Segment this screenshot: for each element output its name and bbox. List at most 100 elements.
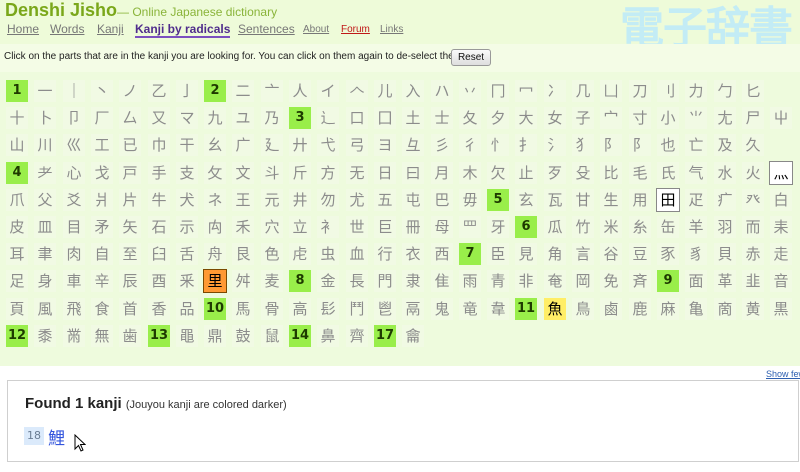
radical-疋[interactable]: 疋: [685, 189, 707, 211]
radical-口[interactable]: 口: [346, 107, 368, 129]
radical-阝[interactable]: 阝: [629, 134, 651, 156]
radical-人[interactable]: 人: [289, 80, 311, 102]
radical-乙[interactable]: 乙: [148, 80, 170, 102]
radical-冖[interactable]: 冖: [515, 80, 537, 102]
radical-爪[interactable]: 爪: [6, 189, 28, 211]
radical-ノ[interactable]: ノ: [119, 80, 141, 102]
radical-貝[interactable]: 貝: [714, 243, 736, 265]
radical-毛[interactable]: 毛: [629, 162, 651, 184]
radical-衣[interactable]: 衣: [402, 243, 424, 265]
radical-彳[interactable]: 彳: [459, 134, 481, 156]
radical-斗[interactable]: 斗: [261, 162, 283, 184]
radical-西[interactable]: 西: [431, 243, 453, 265]
radical-足[interactable]: 足: [6, 270, 28, 292]
radical-王[interactable]: 王: [232, 189, 254, 211]
radical-丷[interactable]: 丷: [459, 80, 481, 102]
radical-ハ[interactable]: ハ: [431, 80, 453, 102]
radical-氏[interactable]: 氏: [657, 162, 679, 184]
nav-home[interactable]: Home: [7, 22, 39, 36]
radical-夕[interactable]: 夕: [487, 107, 509, 129]
radical-缶[interactable]: 缶: [657, 216, 679, 238]
radical-目[interactable]: 目: [63, 216, 85, 238]
radical-立[interactable]: 立: [289, 216, 311, 238]
radical-彑[interactable]: 彑: [402, 134, 424, 156]
radical-广[interactable]: 广: [232, 134, 254, 156]
radical-豕[interactable]: 豕: [657, 243, 679, 265]
radical-弋[interactable]: 弋: [317, 134, 339, 156]
radical-色[interactable]: 色: [261, 243, 283, 265]
site-title[interactable]: Denshi Jisho: [5, 0, 117, 21]
radical-臣[interactable]: 臣: [487, 243, 509, 265]
radical-イ[interactable]: イ: [317, 80, 339, 102]
radical-骨[interactable]: 骨: [261, 298, 283, 320]
radical-⺌[interactable]: ⺌: [685, 107, 707, 129]
radical-亡[interactable]: 亡: [685, 134, 707, 156]
radical-自[interactable]: 自: [91, 243, 113, 265]
radical-衤[interactable]: 衤: [317, 216, 339, 238]
radical-言[interactable]: 言: [572, 243, 594, 265]
radical-灬[interactable]: 灬: [769, 161, 793, 185]
radical-亠[interactable]: 亠: [261, 80, 283, 102]
radical-風[interactable]: 風: [34, 298, 56, 320]
radical-巴[interactable]: 巴: [431, 189, 453, 211]
radical-耳[interactable]: 耳: [6, 243, 28, 265]
radical-女[interactable]: 女: [544, 107, 566, 129]
radical-赤[interactable]: 赤: [742, 243, 764, 265]
radical-五[interactable]: 五: [374, 189, 396, 211]
radical-マ[interactable]: マ: [176, 107, 198, 129]
radical-釆[interactable]: 釆: [176, 270, 198, 292]
radical-非[interactable]: 非: [515, 270, 537, 292]
radical-麦[interactable]: 麦: [261, 270, 283, 292]
radical-ヨ[interactable]: ヨ: [374, 134, 396, 156]
radical-乃[interactable]: 乃: [261, 107, 283, 129]
radical-屮[interactable]: 屮: [770, 107, 792, 129]
radical-方[interactable]: 方: [317, 162, 339, 184]
radical-竹[interactable]: 竹: [572, 216, 594, 238]
radical-火[interactable]: 火: [742, 162, 764, 184]
nav-about[interactable]: About: [303, 24, 329, 35]
radical-亅[interactable]: 亅: [176, 80, 198, 102]
radical-弓[interactable]: 弓: [346, 134, 368, 156]
radical-鬯[interactable]: 鬯: [374, 298, 396, 320]
radical-食[interactable]: 食: [91, 298, 113, 320]
radical-示[interactable]: 示: [176, 216, 198, 238]
radical-已[interactable]: 已: [119, 134, 141, 156]
radical-毋[interactable]: 毋: [459, 189, 481, 211]
radical-斉[interactable]: 斉: [629, 270, 651, 292]
radical-犬[interactable]: 犬: [176, 189, 198, 211]
radical-生[interactable]: 生: [600, 189, 622, 211]
radical-虫[interactable]: 虫: [317, 243, 339, 265]
radical-飛[interactable]: 飛: [63, 298, 85, 320]
radical-白[interactable]: 白: [770, 189, 792, 211]
radical-穴[interactable]: 穴: [261, 216, 283, 238]
radical-至[interactable]: 至: [119, 243, 141, 265]
radical-鼓[interactable]: 鼓: [232, 325, 254, 347]
radical-奄[interactable]: 奄: [544, 270, 566, 292]
radical-小[interactable]: 小: [657, 107, 679, 129]
radical-金[interactable]: 金: [317, 270, 339, 292]
radical-尸[interactable]: 尸: [742, 107, 764, 129]
radical-廾[interactable]: 廾: [289, 134, 311, 156]
radical-用[interactable]: 用: [629, 189, 651, 211]
radical-爿[interactable]: 爿: [91, 189, 113, 211]
radical-一[interactable]: 一: [34, 80, 56, 102]
radical-黽[interactable]: 黽: [176, 325, 198, 347]
radical-臼[interactable]: 臼: [148, 243, 170, 265]
radical-啇[interactable]: 啇: [714, 298, 736, 320]
radical-走[interactable]: 走: [770, 243, 792, 265]
radical-肉[interactable]: 肉: [63, 243, 85, 265]
radical-羊[interactable]: 羊: [685, 216, 707, 238]
radical-殳[interactable]: 殳: [572, 162, 594, 184]
radical-音[interactable]: 音: [770, 270, 792, 292]
radical-ユ[interactable]: ユ: [232, 107, 254, 129]
radical-禾[interactable]: 禾: [232, 216, 254, 238]
radical-韋[interactable]: 韋: [487, 298, 509, 320]
radical-土[interactable]: 土: [402, 107, 424, 129]
radical-舛[interactable]: 舛: [232, 270, 254, 292]
radical-戈[interactable]: 戈: [91, 162, 113, 184]
radical-廴[interactable]: 廴: [261, 134, 283, 156]
radical-矛[interactable]: 矛: [91, 216, 113, 238]
radical-木[interactable]: 木: [459, 162, 481, 184]
radical-而[interactable]: 而: [742, 216, 764, 238]
radical-阝[interactable]: 阝: [600, 134, 622, 156]
